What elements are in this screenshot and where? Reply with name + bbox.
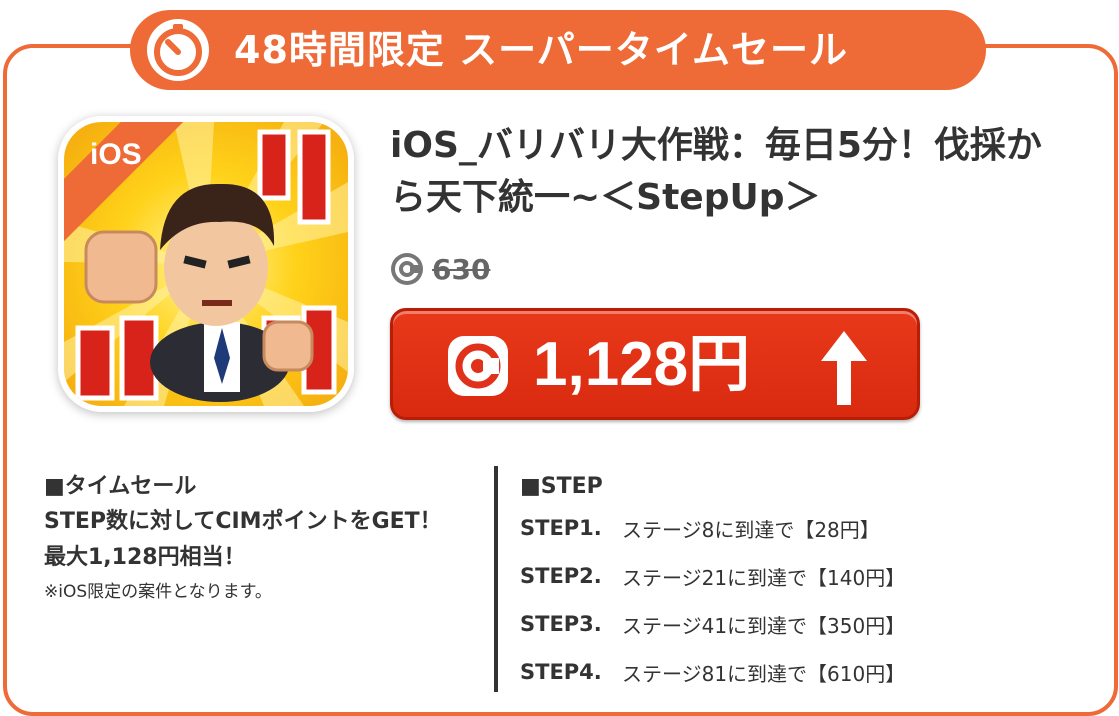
step-info: ■STEP STEP1. ステージ8に到達で【28円】 STEP2. ステージ2… (520, 470, 1100, 696)
coin-icon (448, 336, 508, 396)
step-text: ステージ8に到達で【28円】 (622, 517, 880, 542)
step-heading: ■STEP (520, 474, 603, 499)
step-label: STEP4. (520, 660, 602, 684)
step-label: STEP3. (520, 612, 602, 636)
time-sale-line-2: 最大1,128円相当！ (44, 545, 246, 570)
old-price-value: 630 (432, 252, 491, 286)
divider (494, 466, 498, 692)
step-row: STEP3. ステージ41に到達で【350円】 (520, 600, 1100, 648)
app-title[interactable]: iOS_バリバリ大作戦：毎日5分！伐採から天下統一~＜StepUp＞ (390, 120, 1070, 224)
banner-title: 48時間限定 スーパータイムセール (234, 28, 848, 72)
step-row: STEP4. ステージ81に到達で【610円】 (520, 648, 1100, 696)
step-row: STEP1. ステージ8に到達で【28円】 (520, 504, 1100, 552)
step-label: STEP1. (520, 516, 602, 540)
price-button[interactable]: 1,128円 (390, 308, 920, 420)
step-text: ステージ21に到達で【140円】 (622, 565, 906, 590)
app-icon[interactable]: iOS (58, 116, 354, 412)
time-sale-heading: ■タイムセール (44, 474, 197, 499)
time-sale-line-1: STEP数に対してCIMポイントをGET！ (44, 509, 442, 534)
step-text: ステージ41に到達で【350円】 (622, 613, 906, 638)
ios-only-note: ※iOS限定の案件となります。 (44, 582, 272, 602)
arrow-up-icon (821, 331, 867, 405)
time-sale-banner: 48時間限定 スーパータイムセール (130, 10, 986, 90)
coin-icon (391, 253, 423, 285)
price-value: 1,128円 (533, 330, 751, 399)
time-sale-info: ■タイムセール STEP数に対してCIMポイントをGET！ 最大1,128円相当… (44, 470, 484, 606)
step-text: ステージ81に到達で【610円】 (622, 661, 906, 686)
old-price: 630 (390, 252, 490, 286)
step-label: STEP2. (520, 564, 602, 588)
platform-badge: iOS (90, 138, 142, 171)
step-row: STEP2. ステージ21に到達で【140円】 (520, 552, 1100, 600)
stopwatch-icon (147, 19, 209, 81)
